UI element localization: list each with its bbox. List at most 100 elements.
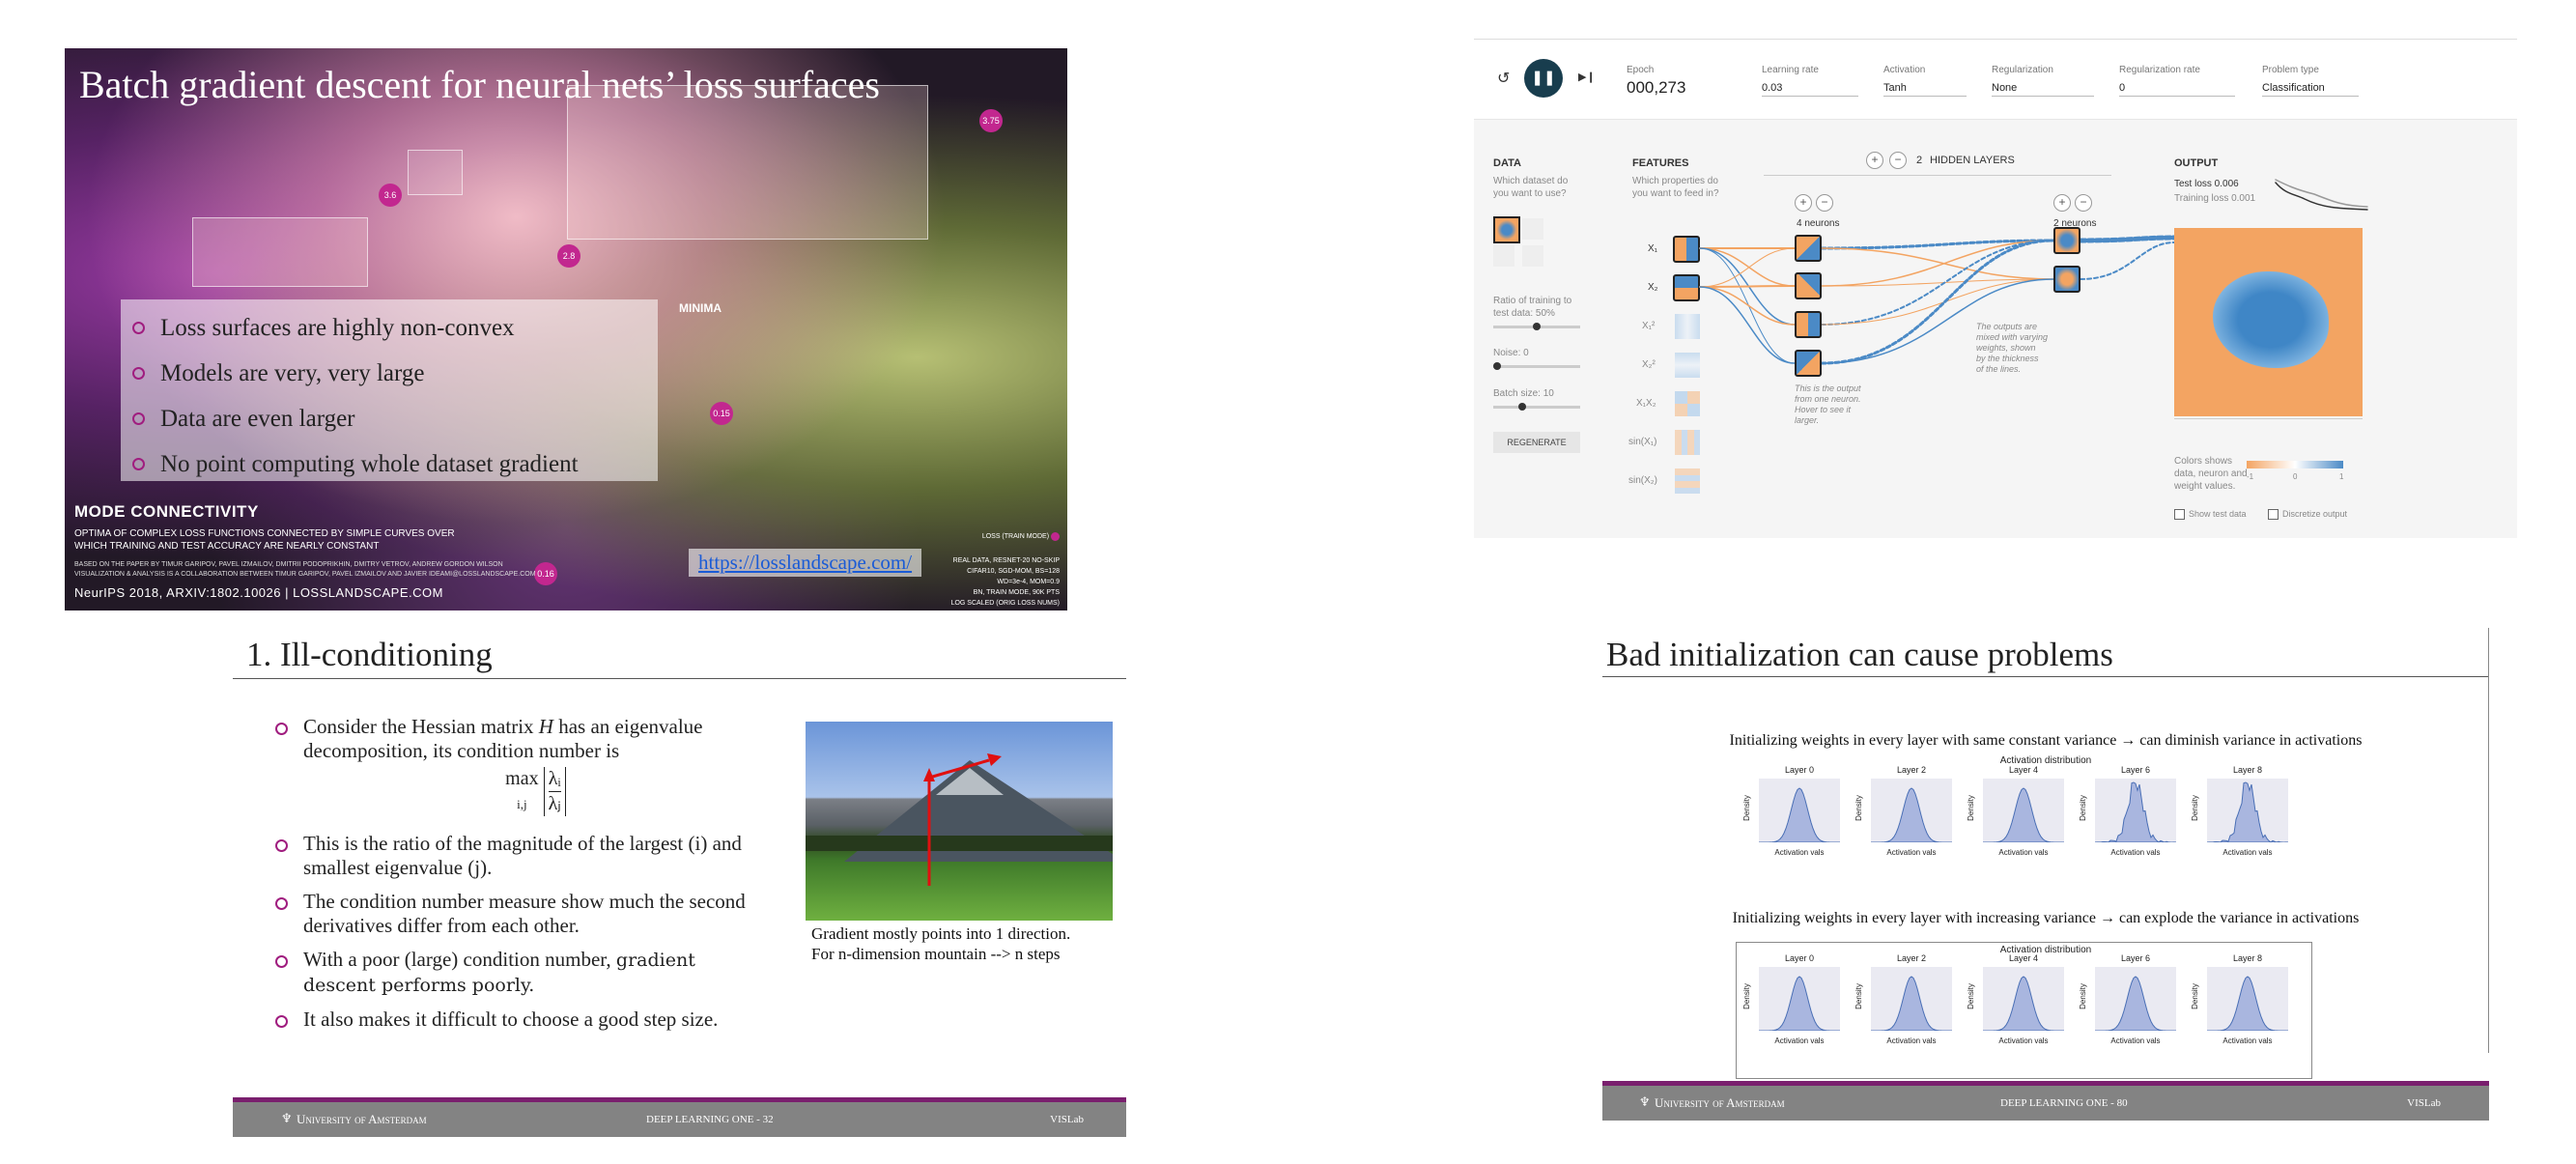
training-loss: Training loss 0.001	[2174, 193, 2256, 204]
plot-xlabel: Activation vals	[2110, 1036, 2161, 1045]
discretize-label: Discretize output	[2282, 509, 2348, 519]
slide-footer: ♆ University of Amsterdam DEEP LEARNING …	[1602, 1081, 2489, 1121]
plot-row-constant: Layer 0 Density Activation vals Layer 2 Dens…	[1738, 765, 2317, 862]
mode-connectivity-block: MODE CONNECTIVITY OPTIMA OF COMPLEX LOSS…	[74, 502, 536, 600]
plot-layer-title: Layer 4	[2008, 765, 2039, 775]
slide-title: 1. Ill-conditioning	[246, 636, 493, 673]
plot-ylabel: Density	[2078, 795, 2087, 821]
slide-right-border	[2488, 628, 2489, 1053]
bullet-circle-icon	[275, 897, 288, 910]
hidden-neuron[interactable]	[2053, 227, 2081, 254]
title-rule	[1602, 676, 2489, 677]
meta-line: REAL DATA, RESNET-20 NO-SKIP	[952, 557, 1060, 564]
slide-title: Bad initialization can cause problems	[1606, 636, 2113, 673]
plot-ylabel: Density	[1854, 795, 1863, 821]
value-marker: 2.8	[557, 244, 580, 268]
test-loss: Test loss 0.006	[2174, 179, 2239, 189]
plot-layer-title: Layer 0	[1784, 953, 1815, 963]
discretize-checkbox[interactable]	[2268, 509, 2279, 520]
show-test-label: Show test data	[2189, 509, 2247, 519]
title-rule	[233, 678, 1126, 679]
density-curve	[1871, 976, 1952, 1031]
density-curve	[2095, 976, 2176, 1031]
density-plot: Layer 4 Density Activation vals	[1962, 953, 2068, 1048]
decision-region	[2213, 271, 2329, 368]
mode-sub: OPTIMA OF COMPLEX LOSS FUNCTIONS CONNECT…	[74, 528, 455, 552]
density-plot: Layer 0 Density Activation vals	[1738, 953, 1844, 1048]
plot-layer-title: Layer 6	[2120, 953, 2151, 963]
ill-conditioning-slide: 1. Ill-conditioning Consider the Hessian…	[233, 618, 1126, 1137]
bullet-circle-icon	[132, 322, 145, 334]
paper-footer: NeurIPS 2018, ARXIV:1802.10026 | LOSSLAN…	[74, 585, 443, 600]
density-plot: Layer 2 Density Activation vals	[1850, 953, 1956, 1048]
output-heatmap[interactable]	[2174, 228, 2363, 416]
plot-xlabel: Activation vals	[1774, 848, 1825, 857]
density-curve	[1983, 976, 2064, 1031]
plot-xlabel: Activation vals	[1886, 1036, 1937, 1045]
losslandscape-link[interactable]: https://losslandscape.com/	[689, 549, 922, 577]
hidden-neuron[interactable]	[1795, 272, 1822, 299]
show-test-checkbox[interactable]	[2174, 509, 2185, 520]
hidden-neuron[interactable]	[1795, 235, 1822, 262]
minima-label: MINIMA	[679, 301, 722, 315]
footer-page: DEEP LEARNING ONE - 80	[2000, 1097, 2128, 1109]
gradient-arrows	[923, 753, 1002, 886]
zoom-region-small	[192, 217, 368, 287]
bullet-box: Loss surfaces are highly non-convex Mode…	[121, 299, 658, 481]
density-curve	[1871, 787, 1952, 842]
plot-ylabel: Density	[1966, 795, 1975, 821]
meta-line: LOG SCALED (ORIG LOSS NUMS)	[950, 600, 1060, 607]
density-curve	[2207, 781, 2288, 842]
density-curve	[2207, 976, 2288, 1031]
loss-legend: LOSS (TRAIN MODE)	[951, 531, 1060, 542]
weights-note: The outputs are mixed with varying weights…	[1976, 322, 2049, 374]
density-curve	[2095, 781, 2176, 842]
slide-title: Batch gradient descent for neural nets’ …	[79, 63, 880, 106]
zoom-region-large	[567, 85, 928, 240]
render-meta: LOSS (TRAIN MODE) REAL DATA, RESNET-20 N…	[951, 531, 1060, 609]
scale-label: 0	[2293, 472, 2298, 481]
bullet-circle-icon	[132, 458, 145, 470]
density-plot: Layer 2 Density Activation vals	[1850, 765, 1956, 860]
value-marker: 3.6	[379, 184, 402, 207]
footer-lab: VISLab	[1050, 1114, 1084, 1125]
value-marker: 0.16	[534, 562, 557, 585]
credits: BASED ON THE PAPER BY TIMUR GARIPOV, PAV…	[74, 561, 536, 578]
photo-caption: Gradient mostly points into 1 direction.…	[811, 924, 1071, 963]
density-curve	[1759, 976, 1840, 1031]
density-plot: Layer 6 Density Activation vals	[2074, 765, 2180, 860]
hidden-neuron[interactable]	[2053, 266, 2081, 293]
density-curve	[1759, 787, 1840, 842]
footer-university: University of Amsterdam	[297, 1112, 427, 1126]
bullet-item: With a poor (large) condition number, gr…	[275, 948, 768, 998]
hidden-neuron[interactable]	[1795, 350, 1822, 377]
plot-ylabel: Density	[1741, 795, 1751, 821]
footer-lab: VISLab	[2407, 1097, 2441, 1109]
legend-dot-icon	[1051, 531, 1060, 541]
tensorflow-playground: ↺ ❚❚ ▶❙ Epoch 000,273 Learning rate 0.03…	[1474, 39, 2517, 538]
plot-xlabel: Activation vals	[2222, 1036, 2273, 1045]
plot-layer-title: Layer 4	[2008, 953, 2039, 963]
plot-xlabel: Activation vals	[2110, 848, 2161, 857]
plot-layer-title: Layer 2	[1896, 953, 1927, 963]
meta-line: WD=3e-4, MOM=0.9	[997, 579, 1060, 585]
plot-ylabel: Density	[2190, 983, 2199, 1009]
color-scale-bar	[2247, 461, 2343, 468]
plot-xlabel: Activation vals	[1886, 848, 1937, 857]
condition-number-formula: max i,j λᵢ λⱼ	[303, 767, 768, 816]
hidden-neuron[interactable]	[1795, 311, 1822, 338]
plot-xlabel: Activation vals	[1998, 848, 2049, 857]
neuron-output-note: This is the output from one neuron. Hover …	[1795, 383, 1861, 425]
plot-xlabel: Activation vals	[1998, 1036, 2049, 1045]
bullet-circle-icon	[275, 839, 288, 852]
footer-university: University of Amsterdam	[1655, 1095, 1785, 1110]
meta-line: CIFAR10, SGD-MOM, BS=128	[967, 568, 1060, 575]
zoom-region-mid	[408, 150, 463, 195]
plot-layer-title: Layer 6	[2120, 765, 2151, 775]
bullet-circle-icon	[132, 412, 145, 425]
density-plot: Layer 6 Density Activation vals	[2074, 953, 2180, 1048]
plot-ylabel: Density	[1741, 983, 1751, 1009]
bullet-circle-icon	[275, 955, 288, 968]
density-plot: Layer 8 Density Activation vals	[2186, 765, 2292, 860]
output-title: OUTPUT	[2174, 157, 2219, 169]
